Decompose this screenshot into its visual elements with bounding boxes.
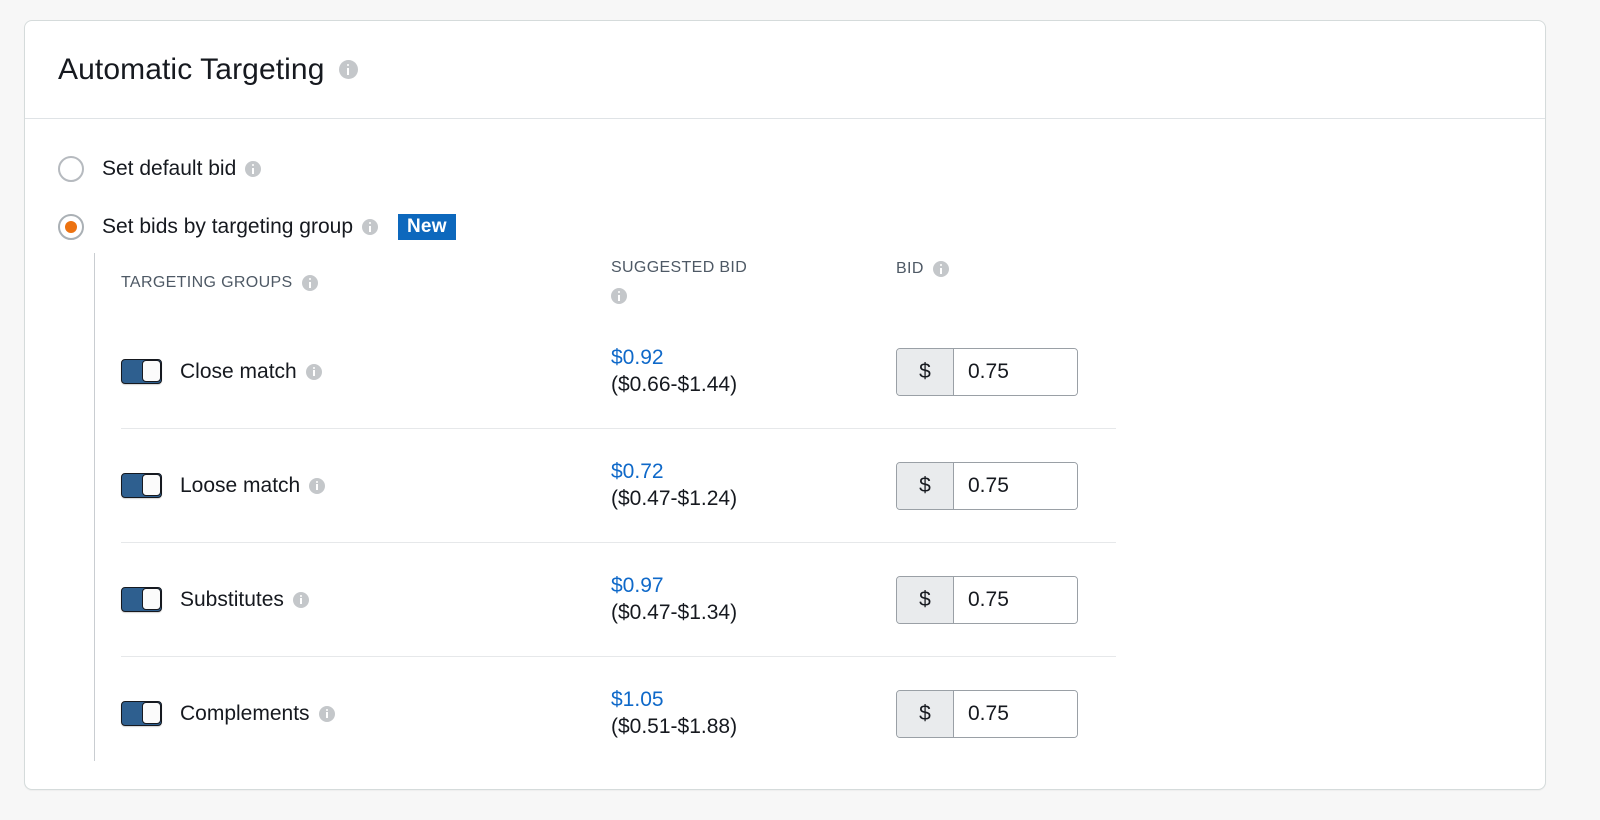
radio-option-set-default-bid[interactable]: Set default bid — [25, 151, 1545, 187]
bid-input[interactable] — [954, 691, 1077, 737]
table-row: Close match $0.92 ($0.66-$1.44) $ — [121, 315, 1116, 429]
toggle-close-match[interactable] — [121, 359, 162, 384]
currency-prefix: $ — [897, 349, 954, 395]
bid-input-group[interactable]: $ — [896, 576, 1078, 624]
info-icon[interactable] — [933, 261, 949, 277]
toggle-loose-match[interactable] — [121, 473, 162, 498]
targeting-group-name: Substitutes — [180, 588, 284, 612]
cell-targeting-group: Close match — [121, 359, 611, 384]
cell-bid: $ — [896, 348, 1096, 396]
suggested-bid-value[interactable]: $1.05 — [611, 687, 896, 714]
currency-prefix: $ — [897, 463, 954, 509]
info-icon[interactable] — [611, 288, 627, 304]
cell-suggested-bid: $0.97 ($0.47-$1.34) — [611, 573, 896, 627]
cell-bid: $ — [896, 576, 1096, 624]
cell-bid: $ — [896, 462, 1096, 510]
bid-input-group[interactable]: $ — [896, 348, 1078, 396]
radio-option-set-bids-by-targeting-group[interactable]: Set bids by targeting group New — [25, 209, 1545, 245]
suggested-bid-range: ($0.51-$1.88) — [611, 714, 896, 741]
cell-targeting-group: Loose match — [121, 473, 611, 498]
bid-input[interactable] — [954, 463, 1077, 509]
cell-suggested-bid: $0.72 ($0.47-$1.24) — [611, 459, 896, 513]
cell-suggested-bid: $1.05 ($0.51-$1.88) — [611, 687, 896, 741]
targeting-group-name: Loose match — [180, 474, 300, 498]
column-header-suggested-bid-label: SUGGESTED BID — [611, 259, 896, 277]
toggle-knob — [142, 588, 161, 610]
suggested-bid-value[interactable]: $0.92 — [611, 345, 896, 372]
info-icon[interactable] — [302, 275, 318, 291]
automatic-targeting-card: Automatic Targeting Set default bid Set … — [24, 20, 1546, 790]
bid-input[interactable] — [954, 577, 1077, 623]
column-header-targeting-groups-label: TARGETING GROUPS — [121, 274, 293, 292]
toggle-substitutes[interactable] — [121, 587, 162, 612]
targeting-groups-table: TARGETING GROUPS SUGGESTED BID BID — [121, 253, 1116, 770]
bid-input[interactable] — [954, 349, 1077, 395]
info-icon[interactable] — [245, 161, 261, 177]
info-icon[interactable] — [362, 219, 378, 235]
radio-set-bids-by-targeting-group[interactable] — [58, 214, 84, 240]
cell-suggested-bid: $0.92 ($0.66-$1.44) — [611, 345, 896, 399]
targeting-group-name: Complements — [180, 702, 310, 726]
column-header-bid-label: BID — [896, 260, 924, 278]
info-icon[interactable] — [319, 706, 335, 722]
suggested-bid-value[interactable]: $0.97 — [611, 573, 896, 600]
currency-prefix: $ — [897, 691, 954, 737]
radio-label-set-bids-by-targeting-group: Set bids by targeting group — [102, 215, 353, 239]
toggle-knob — [142, 360, 161, 382]
page-title: Automatic Targeting — [58, 53, 325, 87]
info-icon[interactable] — [309, 478, 325, 494]
toggle-knob — [142, 474, 161, 496]
cell-bid: $ — [896, 690, 1096, 738]
tree-connector-line — [94, 253, 95, 761]
suggested-bid-value[interactable]: $0.72 — [611, 459, 896, 486]
cell-targeting-group: Complements — [121, 701, 611, 726]
column-header-bid: BID — [896, 253, 1096, 278]
table-header-row: TARGETING GROUPS SUGGESTED BID BID — [121, 253, 1116, 315]
suggested-bid-range: ($0.66-$1.44) — [611, 372, 896, 399]
suggested-bid-range: ($0.47-$1.24) — [611, 486, 896, 513]
targeting-groups-section: TARGETING GROUPS SUGGESTED BID BID — [25, 253, 1545, 770]
table-row: Loose match $0.72 ($0.47-$1.24) $ — [121, 429, 1116, 543]
toggle-complements[interactable] — [121, 701, 162, 726]
targeting-group-name: Close match — [180, 360, 297, 384]
info-icon[interactable] — [339, 60, 358, 79]
currency-prefix: $ — [897, 577, 954, 623]
card-body: Set default bid Set bids by targeting gr… — [25, 119, 1545, 770]
suggested-bid-range: ($0.47-$1.34) — [611, 600, 896, 627]
radio-set-default-bid[interactable] — [58, 156, 84, 182]
bid-input-group[interactable]: $ — [896, 462, 1078, 510]
new-badge: New — [398, 214, 456, 240]
bid-input-group[interactable]: $ — [896, 690, 1078, 738]
card-header: Automatic Targeting — [25, 21, 1545, 119]
table-row: Substitutes $0.97 ($0.47-$1.34) $ — [121, 543, 1116, 657]
cell-targeting-group: Substitutes — [121, 587, 611, 612]
table-row: Complements $1.05 ($0.51-$1.88) $ — [121, 657, 1116, 770]
info-icon[interactable] — [306, 364, 322, 380]
column-header-targeting-groups: TARGETING GROUPS — [121, 253, 611, 292]
toggle-knob — [142, 702, 161, 724]
info-icon[interactable] — [293, 592, 309, 608]
column-header-suggested-bid: SUGGESTED BID — [611, 253, 896, 304]
radio-label-set-default-bid: Set default bid — [102, 157, 236, 181]
